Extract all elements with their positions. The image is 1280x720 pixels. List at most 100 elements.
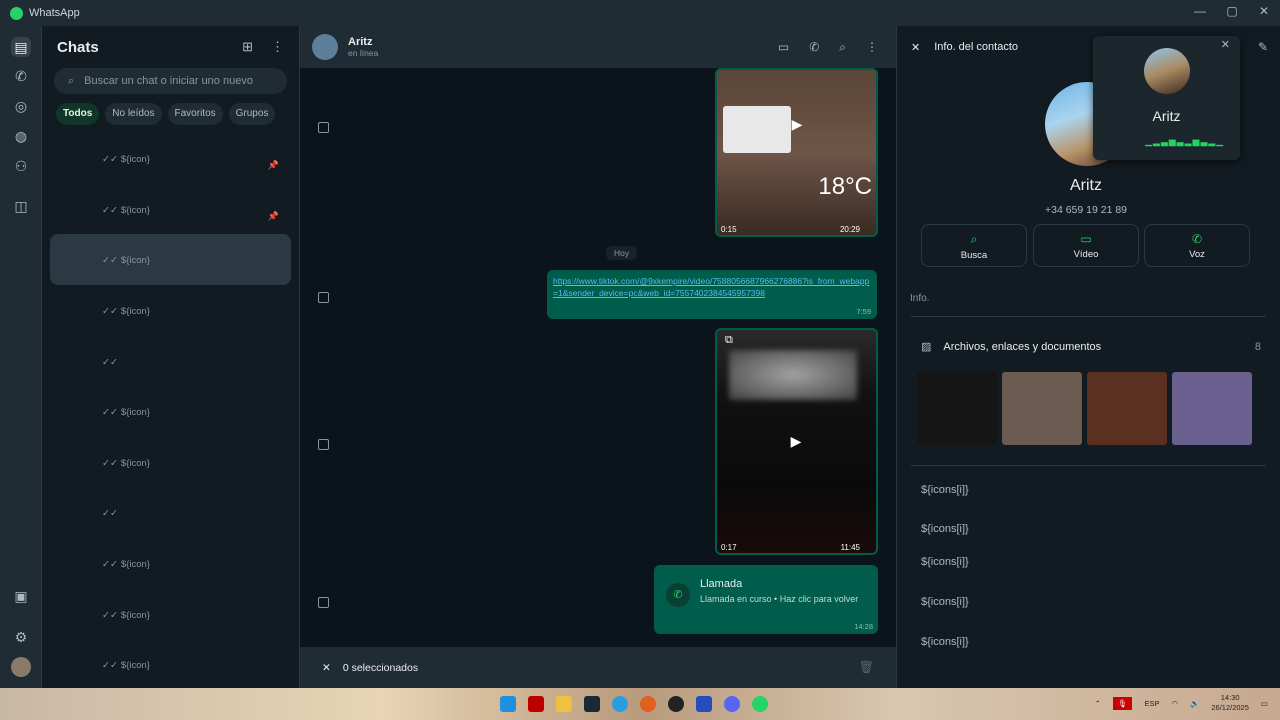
media-thumbnail[interactable] — [1172, 372, 1252, 445]
notification-settings-option[interactable]: ${icons[i]} — [921, 523, 1266, 559]
${isCall ? 'call' : 'video'}-icon: ${icon} — [120, 154, 150, 166]
chat-list-item[interactable]: ✓✓ ${icon} — [42, 639, 291, 688]
media-thumbnail[interactable] — [1087, 372, 1167, 445]
divider — [911, 316, 1266, 317]
minimize-button[interactable]: — — [1184, 0, 1216, 26]
media-thumbnail[interactable] — [917, 372, 997, 445]
channels-icon[interactable]: ◍ — [11, 126, 31, 146]
tiktok-link[interactable]: https://www.tiktok.com/@9xkempire/video/… — [553, 275, 871, 299]
chats-title: Chats — [57, 38, 99, 56]
close-window-button[interactable]: ✕ — [1248, 0, 1280, 26]
message-checkbox[interactable] — [318, 292, 329, 303]
video-call-icon[interactable]: ▭ — [778, 40, 789, 55]
netflix-icon[interactable] — [528, 696, 544, 712]
encryption-option[interactable]: ${icons[i]} — [921, 636, 1266, 672]
message-checkbox[interactable] — [318, 597, 329, 608]
info-contact-phone: +34 659 19 21 89 — [1044, 204, 1128, 216]
search-action-button[interactable]: ⌕ Busca — [921, 224, 1027, 267]
video-overlay-card — [723, 106, 791, 153]
conversation-header[interactable]: Aritz en línea ▭ ✆ ⌕ ⋮ — [300, 26, 896, 68]
edit-icon[interactable]: ✎ — [1258, 40, 1268, 54]
tray-arrow-icon[interactable]: ⌃ — [1095, 699, 1101, 708]
message-checkbox[interactable] — [318, 122, 329, 133]
call-message[interactable]: ✆ Llamada Llamada en curso • Haz clic pa… — [654, 565, 878, 634]
search-messages-icon[interactable]: ⌕ — [839, 40, 846, 55]
firefox-icon[interactable] — [640, 696, 656, 712]
language-indicator[interactable]: ESP — [1144, 699, 1159, 708]
search-bar[interactable]: ⌕ — [54, 68, 287, 94]
chats-icon[interactable]: ▤ — [11, 37, 31, 57]
chat-avatar — [58, 647, 92, 681]
browser-icon[interactable] — [612, 696, 628, 712]
discord-icon[interactable] — [724, 696, 740, 712]
chat-list-item[interactable]: ✓✓ ${icon} — [50, 234, 291, 285]
chat-list-item[interactable]: ✓✓ ${icon} — [42, 538, 291, 589]
disappearing-messages-option[interactable]: ${icons[i]} — [921, 556, 1266, 592]
files-count: 8 — [1254, 340, 1261, 353]
menu-icon[interactable]: ⋮ — [271, 39, 284, 55]
steam-icon[interactable] — [584, 696, 600, 712]
call-popup[interactable]: ✕ Aritz ▁▂▃▅▃▂▅▃▂▁ — [1093, 36, 1240, 160]
network-app-icon[interactable] — [696, 696, 712, 712]
starred-messages-option[interactable]: ${icons[i]} — [921, 484, 1266, 520]
video-message[interactable]: ▶ ⧉ 0:17 11:45 — [715, 328, 878, 555]
trash-icon[interactable]: 🗑 — [859, 660, 874, 674]
info-section-label: Info. — [910, 293, 930, 304]
voice-call-icon[interactable]: ✆ — [809, 40, 819, 55]
meta-ai-icon[interactable]: ◫ — [11, 196, 31, 216]
chat-list-item[interactable]: ✓✓ ${icon} — [42, 386, 291, 437]
video-action-button[interactable]: ▭ Vídeo — [1033, 224, 1139, 267]
windows-start-icon[interactable] — [500, 696, 516, 712]
close-popup-icon[interactable]: ✕ — [1221, 38, 1230, 51]
communities-icon[interactable]: ⚇ — [11, 156, 31, 176]
call-title: Llamada — [700, 578, 743, 590]
chat-list-item[interactable]: ✓✓ ${icon} — [42, 285, 291, 336]
filter-unread[interactable]: No leídos — [105, 103, 162, 125]
chat-menu-icon[interactable]: ⋮ — [866, 40, 878, 55]
chat-list-item[interactable]: ✓✓ — [42, 487, 291, 538]
whatsapp-taskbar-icon[interactable] — [752, 696, 768, 712]
media-thumbnail[interactable] — [1002, 372, 1082, 445]
window-controls: — ▢ ✕ — [1184, 0, 1280, 26]
chat-list-item[interactable]: ✓✓ ${icon} 📌 — [42, 133, 291, 184]
video-message[interactable]: ▶ 18°C 0:15 20:29 — [715, 68, 878, 237]
search-icon: ⌕ — [970, 232, 978, 246]
chat-list-item[interactable]: ✓✓ — [42, 335, 291, 386]
voice-action-button[interactable]: ✆ Voz — [1144, 224, 1250, 267]
read-receipt-icon: ✓✓ — [102, 457, 118, 469]
github-icon[interactable] — [668, 696, 684, 712]
read-receipt-icon: ✓✓ — [102, 508, 118, 520]
notifications-icon[interactable]: ▭ — [1261, 699, 1268, 708]
contact-avatar[interactable] — [312, 34, 338, 60]
close-icon[interactable]: ✕ — [911, 41, 920, 54]
media-icon[interactable]: ▣ — [11, 586, 31, 606]
cancel-selection-icon[interactable]: ✕ — [322, 662, 331, 674]
chat-list-item[interactable]: ✓✓ ${icon} — [42, 588, 291, 639]
message-checkbox[interactable] — [318, 439, 329, 450]
search-input[interactable] — [84, 75, 285, 87]
message-time: 7:59 — [856, 307, 871, 316]
advanced-privacy-option[interactable]: ${icons[i]} — [921, 596, 1266, 632]
filter-all[interactable]: Todos — [56, 103, 100, 125]
file-explorer-icon[interactable] — [556, 696, 572, 712]
chat-items: ✓✓ ${icon} 📌 ✓✓ ${icon} 📌 ✓✓ ${icon} ✓✓ ${icon} ✓✓… — [42, 133, 299, 688]
settings-icon[interactable]: ⚙ — [11, 627, 31, 647]
chat-avatar — [58, 597, 92, 631]
chat-list-item[interactable]: ✓✓ ${icon} — [42, 437, 291, 488]
chat-avatar — [58, 192, 92, 226]
chat-list-item[interactable]: ✓✓ ${icon} 📌 — [42, 184, 291, 235]
play-icon[interactable]: ▶ — [786, 431, 806, 451]
profile-avatar[interactable] — [11, 657, 31, 677]
maximize-button[interactable]: ▢ — [1216, 0, 1248, 26]
clock[interactable]: 14:30 26/12/2025 — [1211, 693, 1249, 713]
calls-icon[interactable]: ✆ — [11, 66, 31, 86]
wifi-icon[interactable]: ◠ — [1171, 699, 1178, 708]
filter-favorites[interactable]: Favoritos — [167, 103, 223, 125]
files-row[interactable]: ▨ Archivos, enlaces y documentos 8 — [921, 340, 1261, 354]
volume-icon[interactable]: 🔊 — [1190, 699, 1199, 708]
new-chat-icon[interactable]: ⊞ — [242, 39, 253, 55]
filter-groups[interactable]: Grupos — [228, 103, 276, 125]
microphone-icon[interactable]: 🎙 — [1112, 696, 1133, 710]
status-icon[interactable]: ◎ — [11, 96, 31, 116]
play-icon[interactable]: ▶ — [787, 114, 807, 134]
